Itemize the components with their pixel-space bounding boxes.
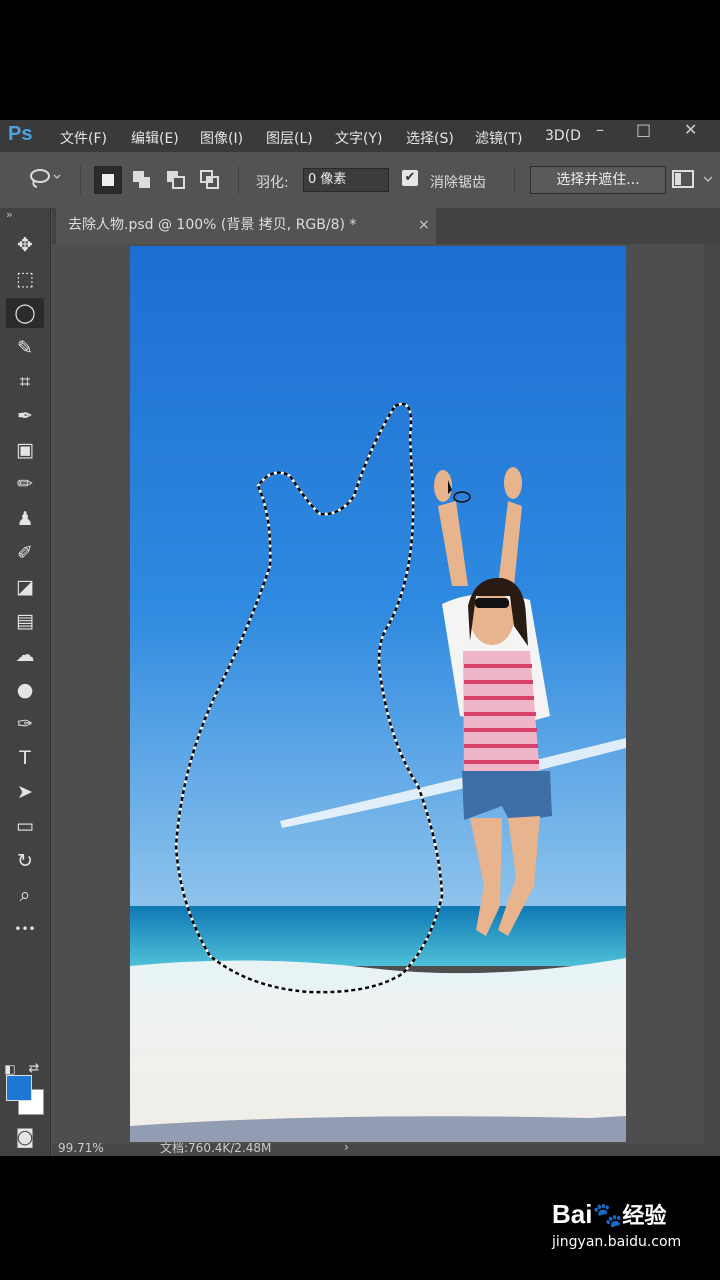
menu-image[interactable]: 图像(I) bbox=[200, 128, 243, 148]
document-size: 文档:760.4K/2.48M bbox=[160, 1141, 272, 1155]
close-tab-icon[interactable]: × bbox=[418, 208, 430, 242]
feather-label: 羽化: bbox=[256, 175, 289, 191]
antialias-checkbox[interactable]: ✔ bbox=[402, 170, 418, 186]
workspace-icon[interactable] bbox=[672, 168, 716, 197]
healing-icon[interactable]: ▣ bbox=[6, 435, 44, 465]
move-icon[interactable]: ✥ bbox=[6, 230, 44, 260]
menu-filter[interactable]: 滤镜(T) bbox=[475, 128, 522, 148]
status-bar: 99.71% 文档:760.4K/2.48M › bbox=[52, 1141, 720, 1156]
photoshop-logo: Ps bbox=[8, 123, 33, 145]
subtract-selection-icon[interactable] bbox=[162, 166, 190, 199]
feather-input[interactable]: 0 像素 bbox=[303, 168, 389, 192]
blur-icon[interactable]: ☁ bbox=[6, 640, 44, 670]
screen-mode-icon[interactable]: ⧉ bbox=[6, 1154, 44, 1156]
menu-bar: Ps 文件(F) 编辑(E) 图像(I) 图层(L) 文字(Y) 选择(S) 滤… bbox=[0, 120, 720, 152]
divider bbox=[514, 166, 515, 194]
stamp-icon[interactable]: ♟ bbox=[6, 504, 44, 534]
type-icon[interactable]: T bbox=[6, 743, 44, 773]
more-icon[interactable]: ••• bbox=[6, 914, 44, 944]
watermark-brand-suffix: 经验 bbox=[622, 1203, 667, 1228]
select-and-mask-button[interactable]: 选择并遮住... bbox=[530, 166, 666, 194]
watermark-url: jingyan.baidu.com bbox=[552, 1234, 682, 1250]
dodge-icon[interactable]: ● bbox=[6, 675, 44, 705]
divider bbox=[80, 166, 81, 194]
tools-panel: » ◧ ⇄ ◙ ⧉ ✥⬚◯✎⌗✒▣✏♟✐◪▤☁●✑T➤▭↻⌕••• bbox=[0, 208, 51, 1156]
new-selection-icon[interactable] bbox=[94, 166, 122, 194]
brush-icon[interactable]: ✏ bbox=[6, 469, 44, 499]
close-window-button[interactable]: ✕ bbox=[684, 120, 697, 139]
watermark-brand: Bai bbox=[552, 1199, 593, 1229]
beach-photo-canvas[interactable] bbox=[130, 246, 626, 1142]
gradient-icon[interactable]: ▤ bbox=[6, 606, 44, 636]
lasso-preset-icon[interactable] bbox=[28, 166, 62, 195]
zoom-icon[interactable]: ⌕ bbox=[6, 880, 44, 910]
intersect-selection-icon[interactable] bbox=[196, 166, 224, 199]
photo-image bbox=[130, 246, 626, 1142]
eraser-icon[interactable]: ◪ bbox=[6, 572, 44, 602]
canvas-area[interactable] bbox=[52, 244, 720, 1144]
quick-mask-icon[interactable]: ◙ bbox=[6, 1122, 44, 1152]
baidu-jingyan-watermark: Bai🐾经验 jingyan.baidu.com bbox=[552, 1198, 681, 1250]
menu-layer[interactable]: 图层(L) bbox=[266, 128, 313, 148]
collapse-panel-icon[interactable]: » bbox=[6, 208, 13, 221]
add-selection-icon[interactable] bbox=[128, 166, 156, 199]
divider bbox=[238, 166, 239, 194]
history-brush-icon[interactable]: ✐ bbox=[6, 538, 44, 568]
quick-select-icon[interactable]: ✎ bbox=[6, 333, 44, 363]
menu-select[interactable]: 选择(S) bbox=[406, 128, 454, 148]
lasso-icon[interactable]: ◯ bbox=[6, 298, 44, 329]
document-tab-title: 去除人物.psd @ 100% (背景 拷贝, RGB/8) * bbox=[68, 217, 357, 233]
document-tab-bar: 去除人物.psd @ 100% (背景 拷贝, RGB/8) * × bbox=[52, 208, 720, 244]
status-menu-arrow-icon[interactable]: › bbox=[344, 1141, 349, 1153]
arrow-icon[interactable]: ➤ bbox=[6, 777, 44, 807]
rotate-3d-icon[interactable]: ↻ bbox=[6, 846, 44, 876]
zoom-level[interactable]: 99.71% bbox=[58, 1142, 104, 1154]
menu-file[interactable]: 文件(F) bbox=[60, 128, 107, 148]
photoshop-window: Ps 文件(F) 编辑(E) 图像(I) 图层(L) 文字(Y) 选择(S) 滤… bbox=[0, 120, 720, 1156]
options-bar: 羽化: 0 像素 ✔ 消除锯齿 选择并遮住... bbox=[0, 152, 720, 209]
menu-edit[interactable]: 编辑(E) bbox=[131, 128, 179, 148]
pen-icon[interactable]: ✑ bbox=[6, 709, 44, 739]
antialias-label: 消除锯齿 bbox=[430, 175, 486, 191]
rect-marquee-icon[interactable]: ⬚ bbox=[6, 264, 44, 294]
right-panel-edge bbox=[704, 244, 720, 1156]
foreground-color-swatch[interactable] bbox=[6, 1075, 32, 1101]
menu-3d[interactable]: 3D(D bbox=[545, 128, 581, 144]
minimize-button[interactable]: – bbox=[596, 120, 604, 139]
paw-icon: 🐾 bbox=[592, 1202, 623, 1229]
menu-type[interactable]: 文字(Y) bbox=[335, 128, 382, 148]
eyedropper-icon[interactable]: ✒ bbox=[6, 401, 44, 431]
document-tab[interactable]: 去除人物.psd @ 100% (背景 拷贝, RGB/8) * × bbox=[56, 208, 436, 244]
rectangle-icon[interactable]: ▭ bbox=[6, 811, 44, 841]
maximize-button[interactable]: □ bbox=[636, 120, 651, 139]
crop-icon[interactable]: ⌗ bbox=[6, 367, 44, 397]
